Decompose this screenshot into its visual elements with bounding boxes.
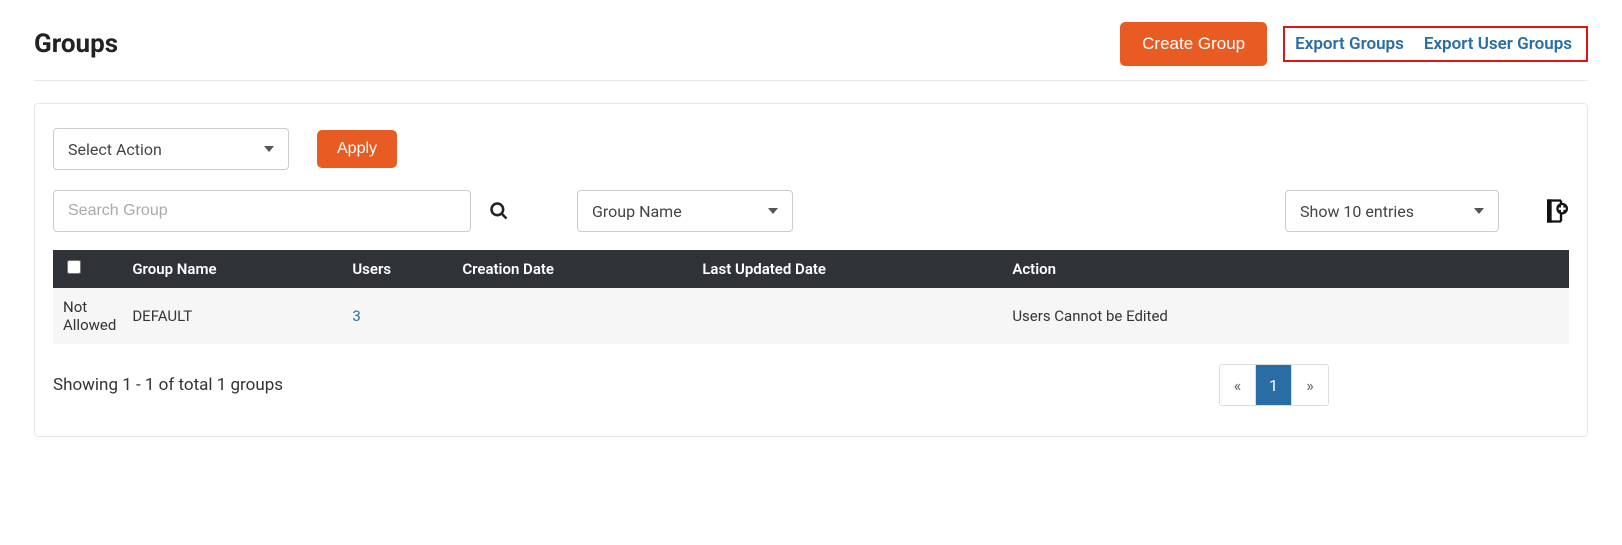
search-icon[interactable] (489, 201, 509, 221)
header-actions: Create Group Export Groups Export User G… (1120, 22, 1588, 66)
bulk-action-row: Select Action Apply (53, 128, 1569, 170)
page-prev-button[interactable]: « (1220, 365, 1256, 405)
col-action: Action (1004, 250, 1569, 288)
cell-select: Not Allowed (53, 288, 124, 344)
cell-group-name: DEFAULT (124, 288, 344, 344)
filter-by-dropdown[interactable]: Group Name (577, 190, 793, 232)
page-title: Groups (34, 29, 118, 59)
export-links-box: Export Groups Export User Groups (1283, 26, 1588, 62)
export-groups-link[interactable]: Export Groups (1295, 34, 1404, 54)
showing-text: Showing 1 - 1 of total 1 groups (53, 375, 283, 395)
filter-by-label: Group Name (592, 202, 682, 221)
pagination: « 1 » (1219, 364, 1329, 406)
page-header: Groups Create Group Export Groups Export… (34, 22, 1588, 81)
select-action-label: Select Action (68, 140, 162, 159)
page-1-button[interactable]: 1 (1256, 365, 1292, 405)
table-footer: Showing 1 - 1 of total 1 groups « 1 » (53, 364, 1569, 406)
col-creation-date[interactable]: Creation Date (454, 250, 694, 288)
table-row: Not Allowed DEFAULT 3 Users Cannot be Ed… (53, 288, 1569, 344)
cell-action: Users Cannot be Edited (1004, 288, 1569, 344)
entries-dropdown[interactable]: Show 10 entries (1285, 190, 1499, 232)
cell-last-updated (694, 288, 1004, 344)
page-next-button[interactable]: » (1292, 365, 1328, 405)
create-group-button[interactable]: Create Group (1120, 22, 1267, 66)
col-last-updated[interactable]: Last Updated Date (694, 250, 1004, 288)
entries-label: Show 10 entries (1300, 202, 1414, 221)
chevron-down-icon (768, 208, 778, 214)
cell-creation-date (454, 288, 694, 344)
col-group-name[interactable]: Group Name (124, 250, 344, 288)
groups-card: Select Action Apply Group Name Show 10 e… (34, 103, 1588, 437)
select-all-checkbox[interactable] (67, 260, 81, 274)
cell-users-link[interactable]: 3 (352, 307, 360, 325)
apply-button[interactable]: Apply (317, 130, 397, 168)
select-action-dropdown[interactable]: Select Action (53, 128, 289, 170)
col-users[interactable]: Users (344, 250, 454, 288)
chevron-down-icon (264, 146, 274, 152)
col-checkbox (53, 250, 124, 288)
table-header-row: Group Name Users Creation Date Last Upda… (53, 250, 1569, 288)
chevron-down-icon (1474, 208, 1484, 214)
filter-row: Group Name Show 10 entries (53, 190, 1569, 232)
export-user-groups-link[interactable]: Export User Groups (1424, 34, 1572, 54)
groups-table: Group Name Users Creation Date Last Upda… (53, 250, 1569, 344)
search-input[interactable] (53, 190, 471, 232)
add-column-icon[interactable] (1539, 196, 1569, 226)
